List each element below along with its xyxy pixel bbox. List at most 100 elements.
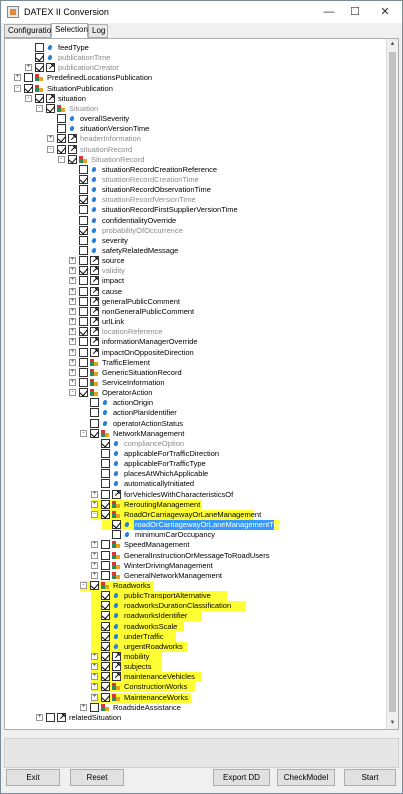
tree-item-validity[interactable]: + validity [69,265,137,276]
tree-item-minimum-car-occupancy[interactable]: minimumCarOccupancy [102,530,215,540]
item-checkbox[interactable] [79,276,88,286]
tree-item-impact[interactable]: + impact [69,275,129,286]
tree-item-urgent-roadworks[interactable]: urgentRoadworks [91,641,187,652]
expand-icon[interactable]: + [47,135,54,143]
tree-item-situation-record-creation-reference[interactable]: situationRecordCreationReference [69,164,224,175]
item-checkbox[interactable] [101,591,110,601]
item-checkbox[interactable] [101,570,110,580]
item-checkbox[interactable] [101,641,110,651]
tree-item-predefined-locations-publication[interactable]: + PredefinedLocationsPublication [14,73,162,83]
tree-item-operator-action-status[interactable]: operatorActionStatus [80,418,191,429]
collapse-icon[interactable]: - [91,510,98,518]
item-checkbox[interactable] [57,114,66,124]
item-checkbox[interactable] [79,286,88,296]
item-checkbox[interactable] [35,93,44,103]
item-checkbox[interactable] [79,367,88,377]
expand-icon[interactable]: + [69,348,76,356]
item-checkbox[interactable] [101,459,110,469]
tree-item-roadworks-duration-classification[interactable]: roadworksDurationClassification [91,601,246,612]
item-checkbox[interactable] [79,195,88,205]
item-checkbox[interactable] [35,53,44,63]
collapse-icon[interactable]: - [47,145,54,153]
tree-item-applicable-for-traffic-direction[interactable]: applicableForTrafficDirection [91,449,235,459]
item-checkbox[interactable] [68,154,77,164]
expand-icon[interactable]: + [69,358,76,366]
item-checkbox[interactable] [101,499,110,509]
expand-icon[interactable]: + [36,713,43,721]
tree-item-situation[interactable]: - Situation [36,103,107,114]
item-checkbox[interactable] [101,550,110,560]
item-checkbox[interactable] [101,692,110,702]
tree-item-impact-on-opposite-direction[interactable]: + impactOnOppositeDirection [69,347,199,358]
tree-item-probability-of-occurrence[interactable]: probabilityOfOccurrence [69,225,191,236]
item-checkbox[interactable] [79,185,88,195]
tree-item-roadside-assistance[interactable]: + RoadsideAssistance [80,702,184,713]
item-checkbox[interactable] [79,306,88,316]
item-checkbox[interactable] [57,124,66,134]
tree-item-under-traffic[interactable]: underTraffic [91,631,176,642]
item-checkbox[interactable] [101,621,110,631]
tab-selection[interactable]: Selection [51,23,88,38]
tree-item-header-information[interactable]: + headerInformation [47,133,148,144]
item-checkbox[interactable] [79,337,88,347]
item-checkbox[interactable] [101,449,110,458]
tree-item-maintenance-vehicles[interactable]: + maintenanceVehicles [91,671,202,683]
tree-item-roadworks-identifier[interactable]: roadworksIdentifier [91,611,202,622]
tree-item-information-manager-override[interactable]: + informationManagerOverride [69,336,202,347]
expand-icon[interactable]: + [69,378,76,386]
collapse-icon[interactable]: - [14,84,21,92]
tree-item-location-reference[interactable]: + locationReference [69,326,170,337]
tab-log[interactable]: Log [88,24,108,38]
tree-item-non-general-public-comment[interactable]: + nonGeneralPublicComment [69,306,194,317]
scroll-thumb[interactable] [389,52,396,712]
reset-button[interactable]: Reset [70,769,124,786]
item-checkbox[interactable] [101,631,110,641]
collapse-icon[interactable]: - [69,389,76,397]
tree-item-severity[interactable]: severity [69,235,137,246]
tree-item-operator-action[interactable]: - OperatorAction [69,388,159,398]
tree-item-service-information[interactable]: + ServiceInformation [69,377,173,388]
expand-icon[interactable]: + [91,673,98,681]
start-button[interactable]: Start [344,769,396,786]
tree-item-situation-record[interactable]: - situationRecord [47,144,140,155]
item-checkbox[interactable] [101,479,110,489]
expand-icon[interactable]: + [69,297,76,305]
expand-icon[interactable]: + [69,287,76,295]
item-checkbox[interactable] [79,225,88,235]
item-checkbox[interactable] [46,103,55,113]
expand-icon[interactable]: + [91,561,98,569]
tree-item-situation-record-observation-time[interactable]: situationRecordObservationTime [69,185,217,195]
item-checkbox[interactable] [35,63,44,73]
item-checkbox[interactable] [101,560,110,570]
tree-item-overall-severity[interactable]: overallSeverity [47,114,140,124]
tree-item-action-plan-identifier[interactable]: actionPlanIdentifier [80,408,191,418]
scroll-up-icon[interactable]: ▲ [387,39,398,50]
expand-icon[interactable]: + [91,500,98,508]
tree-item-roadworks[interactable]: - Roadworks [80,580,154,591]
expand-icon[interactable]: + [91,490,98,498]
tree-item-confidentiality-override[interactable]: confidentialityOverride [69,215,191,226]
export-dd-button[interactable]: Export DD [213,769,270,786]
expand-icon[interactable]: + [91,693,98,701]
expand-icon[interactable]: + [91,663,98,671]
item-checkbox[interactable] [79,317,88,327]
item-checkbox[interactable] [101,682,110,692]
item-checkbox[interactable] [79,164,88,174]
item-checkbox[interactable] [101,652,110,661]
item-checkbox[interactable] [79,215,88,225]
expand-icon[interactable]: + [91,653,98,660]
item-checkbox[interactable] [79,235,88,245]
expand-icon[interactable]: + [25,64,32,72]
item-checkbox[interactable] [79,205,88,215]
item-checkbox[interactable] [57,134,66,144]
scroll-down-icon[interactable]: ▼ [387,718,398,729]
item-checkbox[interactable] [90,428,99,438]
tree-item-compliance-option[interactable]: complianceOption [91,438,188,449]
tree-item-situation[interactable]: - situation [25,93,96,104]
tab-configuration[interactable]: Configuration [4,24,56,38]
close-button[interactable]: ✕ [375,4,395,20]
item-checkbox[interactable] [79,347,88,357]
tree-item-mobility[interactable]: + mobility [91,651,162,662]
tree-item-general-instruction-or-message-to-road-users[interactable]: + GeneralInstructionOrMessageToRoadUsers [91,550,269,561]
item-checkbox[interactable] [79,174,88,184]
